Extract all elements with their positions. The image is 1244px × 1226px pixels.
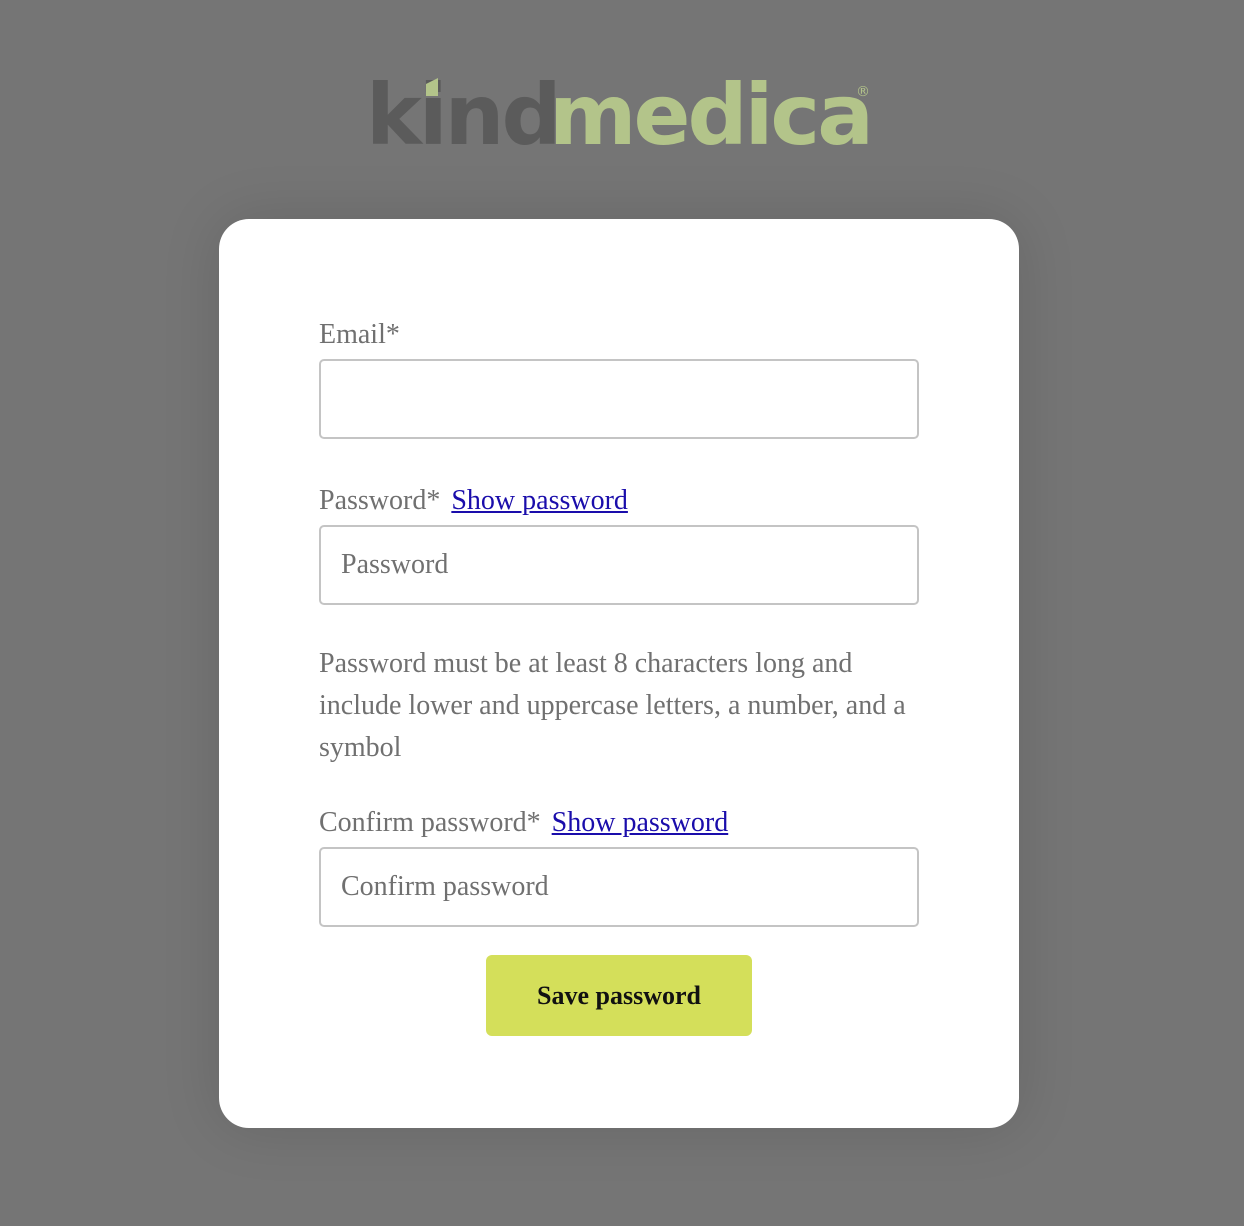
brand-word-kind: kind (366, 66, 559, 164)
password-label-row: Password* Show password (319, 481, 919, 521)
confirm-password-label-row: Confirm password* Show password (319, 803, 919, 843)
confirm-password-label: Confirm password* (319, 807, 541, 838)
reset-password-form: Email* Password* Show password Password … (319, 315, 919, 927)
email-label: Email* (319, 319, 400, 350)
email-label-row: Email* (319, 315, 919, 355)
save-password-button[interactable]: Save password (486, 955, 752, 1036)
password-requirements-hint: Password must be at least 8 characters l… (319, 648, 906, 763)
email-input[interactable] (319, 359, 919, 439)
brand-logo: kind medical ® (366, 66, 876, 166)
password-input[interactable] (319, 525, 919, 605)
kind-medical-logo: kind medical ® (366, 66, 876, 164)
password-label: Password* (319, 485, 441, 516)
brand-word-medical: medical (549, 66, 876, 164)
reset-password-card: Email* Password* Show password Password … (219, 219, 1019, 1128)
trademark-symbol: ® (856, 84, 870, 100)
show-password-link[interactable]: Show password (451, 485, 628, 516)
confirm-password-input[interactable] (319, 847, 919, 927)
show-confirm-password-link[interactable]: Show password (552, 807, 729, 838)
